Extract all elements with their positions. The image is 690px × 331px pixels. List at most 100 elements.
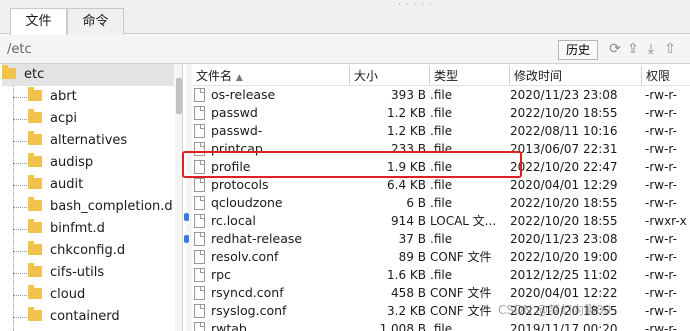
file-permissions: -rw-r- xyxy=(645,322,677,331)
file-type: CONF 文件 xyxy=(430,286,492,300)
upload-icon[interactable]: ⇪ xyxy=(625,41,641,57)
tab-file[interactable]: 文件 xyxy=(10,8,67,35)
file-name: passwd- xyxy=(211,123,263,138)
tree-item-audisp[interactable]: audisp xyxy=(28,152,93,174)
file-mtime: 2020/04/01 12:22 xyxy=(510,286,618,300)
table-row[interactable]: rsyncd.conf 458 B CONF 文件 2020/04/01 12:22 -… xyxy=(192,284,690,302)
drag-handle[interactable]: · · · · · xyxy=(398,0,433,10)
table-row[interactable]: qcloudzone 6 B .file 2022/10/20 18:55 -rw-r- xyxy=(192,194,690,212)
file-name: rpc xyxy=(211,267,231,282)
tree-item-label: binfmt.d xyxy=(50,221,105,236)
file-type: .file xyxy=(430,232,453,246)
file-mtime: 2020/11/23 23:08 xyxy=(510,88,618,102)
table-row[interactable]: rsyslog.conf 3.2 KB CONF 文件 2022/10/20 18:5… xyxy=(192,302,690,320)
download-icon[interactable]: ⤓ xyxy=(643,41,659,57)
tree-item-cloud[interactable]: cloud xyxy=(28,284,85,306)
tree-item-label: audisp xyxy=(50,155,94,170)
tree-item-chkconfig[interactable]: chkconfig.d xyxy=(28,240,125,262)
table-row[interactable]: redhat-release 37 B .file 2020/11/23 23:08 -… xyxy=(192,230,690,248)
tree-item-audit[interactable]: audit xyxy=(28,174,83,196)
tree-scrollbar-thumb[interactable] xyxy=(176,78,182,114)
file-icon xyxy=(194,268,205,282)
folder-icon xyxy=(28,87,42,101)
file-name: rc.local xyxy=(211,213,256,228)
tree-item-abrt[interactable]: abrt xyxy=(28,86,77,108)
tree-item-bash-completion[interactable]: bash_completion.d xyxy=(28,196,173,218)
tree-item-label: alternatives xyxy=(50,133,128,148)
tree-item-alternatives[interactable]: alternatives xyxy=(28,130,127,152)
tree-item-label: bash_completion.d xyxy=(50,199,173,214)
file-icon xyxy=(194,106,205,120)
file-size: 1.2 KB xyxy=(387,106,426,120)
table-row[interactable]: rc.local 914 B LOCAL 文... 2022/10/20 18:55 -… xyxy=(192,212,690,230)
file-size: 393 B xyxy=(391,88,426,102)
tree-item-label: etc xyxy=(24,67,45,82)
file-size: 458 B xyxy=(391,286,426,300)
upload-folder-icon[interactable]: ⇧ xyxy=(662,41,678,57)
folder-icon xyxy=(28,219,42,233)
table-row[interactable]: rpc 1.6 KB .file 2012/12/25 11:02 -rw-r- xyxy=(192,266,690,284)
folder-icon xyxy=(28,285,42,299)
file-mtime: 2019/11/17 00:20 xyxy=(510,322,618,331)
folder-icon xyxy=(28,263,42,277)
file-name: rsyncd.conf xyxy=(211,285,284,300)
column-header-mtime[interactable]: 修改时间 xyxy=(510,66,642,86)
file-mtime: 2022/10/20 19:00 xyxy=(510,250,618,264)
file-mtime: 2020/04/01 12:29 xyxy=(510,178,618,192)
table-row[interactable]: passwd 1.2 KB .file 2022/10/20 18:55 -rw-r- xyxy=(192,104,690,122)
table-row[interactable]: passwd- 1.2 KB .file 2022/08/11 10:16 -rw-r- xyxy=(192,122,690,140)
file-mtime: 2022/10/20 22:47 xyxy=(510,160,618,174)
file-name: qcloudzone xyxy=(211,195,283,210)
tree-item-containerd[interactable]: containerd xyxy=(28,306,120,328)
tree-item-cifs-utils[interactable]: cifs-utils xyxy=(28,262,104,284)
file-name: passwd xyxy=(211,105,258,120)
tree-item-acpi[interactable]: acpi xyxy=(28,108,77,130)
history-button[interactable]: 历史 xyxy=(558,40,598,60)
file-mtime: 2022/10/20 18:55 xyxy=(510,214,618,228)
column-header-size[interactable]: 大小 xyxy=(350,66,430,86)
path-bar: 历史 ⟳ ⇪ ⤓ ⇧ xyxy=(0,35,690,64)
file-type: .file xyxy=(430,322,453,331)
file-size: 6.4 KB xyxy=(387,178,426,192)
file-mtime: 2022/10/20 18:55 xyxy=(510,196,618,210)
file-permissions: -rw-r- xyxy=(645,304,677,318)
tree-item-label: cifs-utils xyxy=(50,265,105,280)
file-type: .file xyxy=(430,268,453,282)
directory-tree: etc abrt acpi alternatives audisp audit … xyxy=(0,64,183,331)
file-icon xyxy=(194,124,205,138)
table-row[interactable]: protocols 6.4 KB .file 2020/04/01 12:29 -rw-… xyxy=(192,176,690,194)
file-icon xyxy=(194,178,205,192)
file-size: 1,008 B xyxy=(379,322,426,331)
folder-icon xyxy=(28,153,42,167)
path-input[interactable] xyxy=(4,39,552,60)
tab-command[interactable]: 命令 xyxy=(67,8,124,35)
file-type: .file xyxy=(430,106,453,120)
table-row[interactable]: os-release 393 B .file 2020/11/23 23:08 -rw-… xyxy=(192,86,690,104)
folder-icon xyxy=(28,307,42,321)
table-row[interactable]: resolv.conf 89 B CONF 文件 2022/10/20 19:00 -r… xyxy=(192,248,690,266)
file-name: redhat-release xyxy=(211,231,303,246)
folder-icon xyxy=(28,241,42,255)
refresh-icon[interactable]: ⟳ xyxy=(607,41,623,57)
folder-icon xyxy=(28,109,42,123)
highlight-box xyxy=(182,151,522,178)
column-header-type[interactable]: 类型 xyxy=(430,66,510,86)
file-permissions: -rw-r- xyxy=(645,160,677,174)
table-row[interactable]: rwtab 1,008 B .file 2019/11/17 00:20 -rw-r- xyxy=(192,320,690,331)
column-header-permissions[interactable]: 权限 xyxy=(642,66,690,86)
file-name: rsyslog.conf xyxy=(211,303,287,318)
file-permissions: -rw-r- xyxy=(645,268,677,282)
tree-item-label: acpi xyxy=(50,111,77,126)
file-type: CONF 文件 xyxy=(430,250,492,264)
file-name: protocols xyxy=(211,177,269,192)
tree-item-label: containerd xyxy=(50,309,120,324)
tree-item-binfmt[interactable]: binfmt.d xyxy=(28,218,105,240)
tree-item-etc[interactable]: etc xyxy=(2,64,174,86)
file-size: 37 B xyxy=(398,232,426,246)
file-size: 914 B xyxy=(391,214,426,228)
tab-bar: · · · · · 文件 命令 xyxy=(0,0,690,35)
column-header-name[interactable]: 文件名 ▲ xyxy=(192,66,350,86)
file-name: rwtab xyxy=(211,321,247,331)
file-name: resolv.conf xyxy=(211,249,279,264)
file-list: 文件名 ▲ 大小 类型 修改时间 权限 os-release 393 B .file… xyxy=(186,64,690,331)
